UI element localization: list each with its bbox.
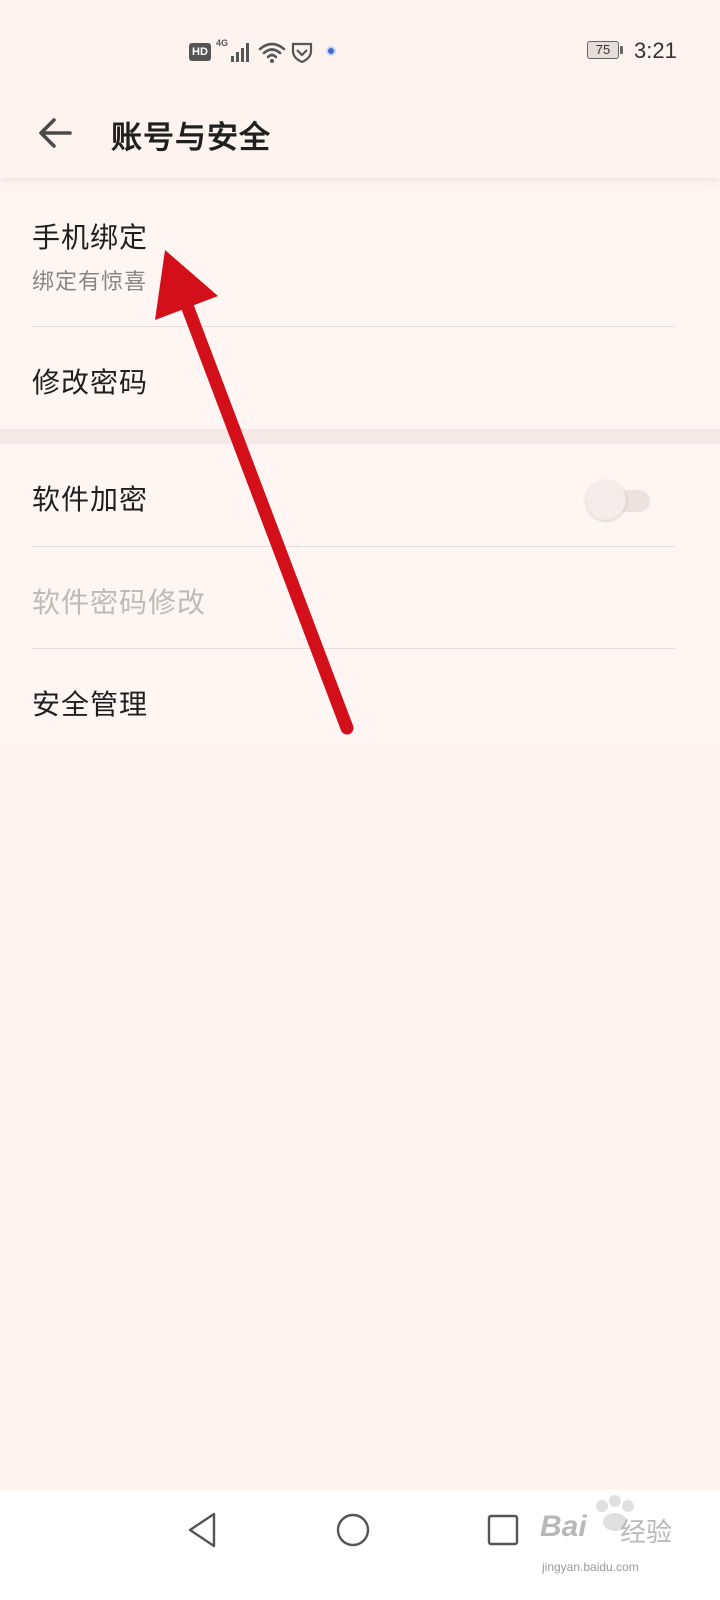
settings-item-change-password[interactable]: 修改密码	[0, 327, 720, 429]
hd-badge: HD	[189, 43, 211, 61]
watermark-brand-suffix: 经验	[620, 1518, 673, 1548]
settings-item-title: 安全管理	[32, 688, 149, 721]
app-header: 账号与安全	[0, 100, 720, 178]
section-gap	[0, 429, 720, 444]
home-circle-icon[interactable]	[323, 1510, 383, 1550]
settings-item-title: 手机绑定	[32, 221, 149, 254]
battery-level: 75	[595, 42, 611, 57]
status-time: 3:21	[634, 38, 677, 63]
settings-item-title: 修改密码	[32, 366, 149, 399]
settings-item-software-encryption[interactable]: 软件加密	[0, 444, 720, 546]
shield-icon	[291, 42, 313, 63]
page-title: 账号与安全	[111, 120, 271, 156]
watermark-brand: Bai	[540, 1510, 587, 1543]
recents-square-icon[interactable]	[473, 1510, 533, 1550]
arrow-left-icon[interactable]	[36, 113, 76, 153]
network-type-label: 4G	[216, 38, 229, 48]
settings-item-security-management[interactable]: 安全管理	[0, 649, 720, 747]
location-dot-icon	[326, 46, 336, 56]
settings-item-subtitle: 绑定有惊喜	[32, 270, 148, 295]
encryption-toggle[interactable]	[586, 480, 650, 520]
settings-item-title: 软件密码修改	[32, 586, 207, 619]
wifi-icon	[258, 42, 286, 63]
status-bar: HD 4G 75 3:21	[0, 0, 720, 100]
settings-item-title: 软件加密	[32, 483, 149, 516]
settings-item-phone-binding[interactable]: 手机绑定 绑定有惊喜	[0, 192, 720, 326]
back-triangle-icon[interactable]	[172, 1510, 232, 1550]
battery-indicator: 75	[587, 41, 623, 61]
settings-item-software-password-change: 软件密码修改	[0, 547, 720, 648]
watermark-url: jingyan.baidu.com	[542, 1560, 639, 1574]
settings-group-security: 软件加密 软件密码修改 安全管理	[0, 444, 720, 747]
signal-icon	[231, 43, 249, 62]
settings-group-account: 手机绑定 绑定有惊喜 修改密码	[0, 192, 720, 429]
